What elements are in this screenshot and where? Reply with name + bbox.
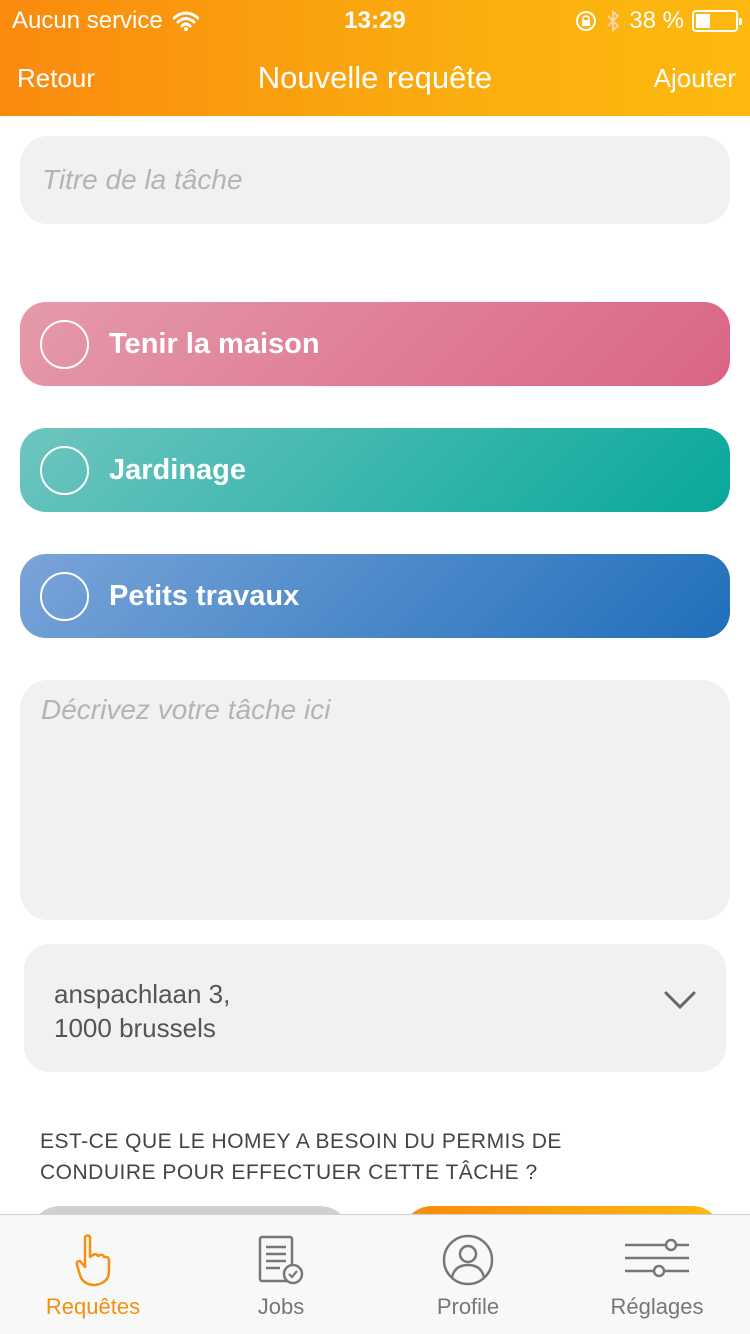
rotation-lock-icon: [576, 11, 597, 31]
chevron-down-icon[interactable]: [664, 990, 696, 1010]
address-select[interactable]: anspachlaan 3, 1000 brussels: [24, 944, 726, 1072]
battery-percent: 38 %: [629, 7, 684, 34]
tab-jobs[interactable]: Jobs: [206, 1215, 356, 1334]
add-button[interactable]: Ajouter: [654, 63, 736, 94]
category-label: Jardinage: [109, 453, 246, 486]
tab-label: Jobs: [257, 1294, 305, 1319]
license-question: EST-CE QUE LE HOMEY A BESOIN DU PERMIS D…: [40, 1126, 680, 1188]
battery-icon: [692, 10, 742, 32]
page-title: Nouvelle requête: [257, 60, 493, 95]
tab-label: Requêtes: [45, 1294, 141, 1319]
category-tenir-la-maison[interactable]: Tenir la maison: [20, 302, 730, 386]
document-check-icon: [258, 1235, 304, 1285]
category-jardinage[interactable]: Jardinage: [20, 428, 730, 512]
battery-fill: [696, 14, 710, 28]
category-label: Tenir la maison: [109, 327, 320, 360]
tab-profile[interactable]: Profile: [393, 1215, 543, 1334]
radio-button[interactable]: [40, 571, 89, 621]
hand-pointer-icon: [75, 1234, 111, 1287]
license-question-line-1: EST-CE QUE LE HOMEY A BESOIN DU PERMIS D…: [40, 1130, 562, 1153]
task-title-placeholder: Titre de la tâche: [42, 164, 243, 195]
bluetooth-icon: [607, 9, 620, 33]
sliders-icon: [625, 1238, 689, 1278]
radio-button[interactable]: [40, 319, 89, 369]
tab-bar: Requêtes Jobs Profile Réglages: [0, 1214, 750, 1334]
app-header: Aucun service 13:29 38 % Retour Nouvelle…: [0, 0, 750, 116]
task-description-textarea[interactable]: Décrivez votre tâche ici: [20, 680, 730, 920]
license-question-line-2: CONDUIRE POUR EFFECTUER CETTE TÂCHE ?: [40, 1161, 538, 1184]
tab-requetes[interactable]: Requêtes: [18, 1215, 168, 1334]
task-description-placeholder: Décrivez votre tâche ici: [41, 694, 331, 725]
address-line-1: anspachlaan 3,: [54, 979, 231, 1009]
tab-reglages[interactable]: Réglages: [582, 1215, 732, 1334]
tab-label: Profile: [436, 1294, 500, 1319]
category-label: Petits travaux: [109, 579, 300, 612]
status-bar: Aucun service 13:29 38 %: [0, 0, 750, 42]
address-line-2: 1000 brussels: [54, 1013, 216, 1043]
radio-button[interactable]: [40, 445, 89, 495]
user-circle-icon: [442, 1234, 494, 1286]
category-petits-travaux[interactable]: Petits travaux: [20, 554, 730, 638]
tab-label: Réglages: [610, 1294, 704, 1319]
task-title-input[interactable]: Titre de la tâche: [20, 136, 730, 224]
